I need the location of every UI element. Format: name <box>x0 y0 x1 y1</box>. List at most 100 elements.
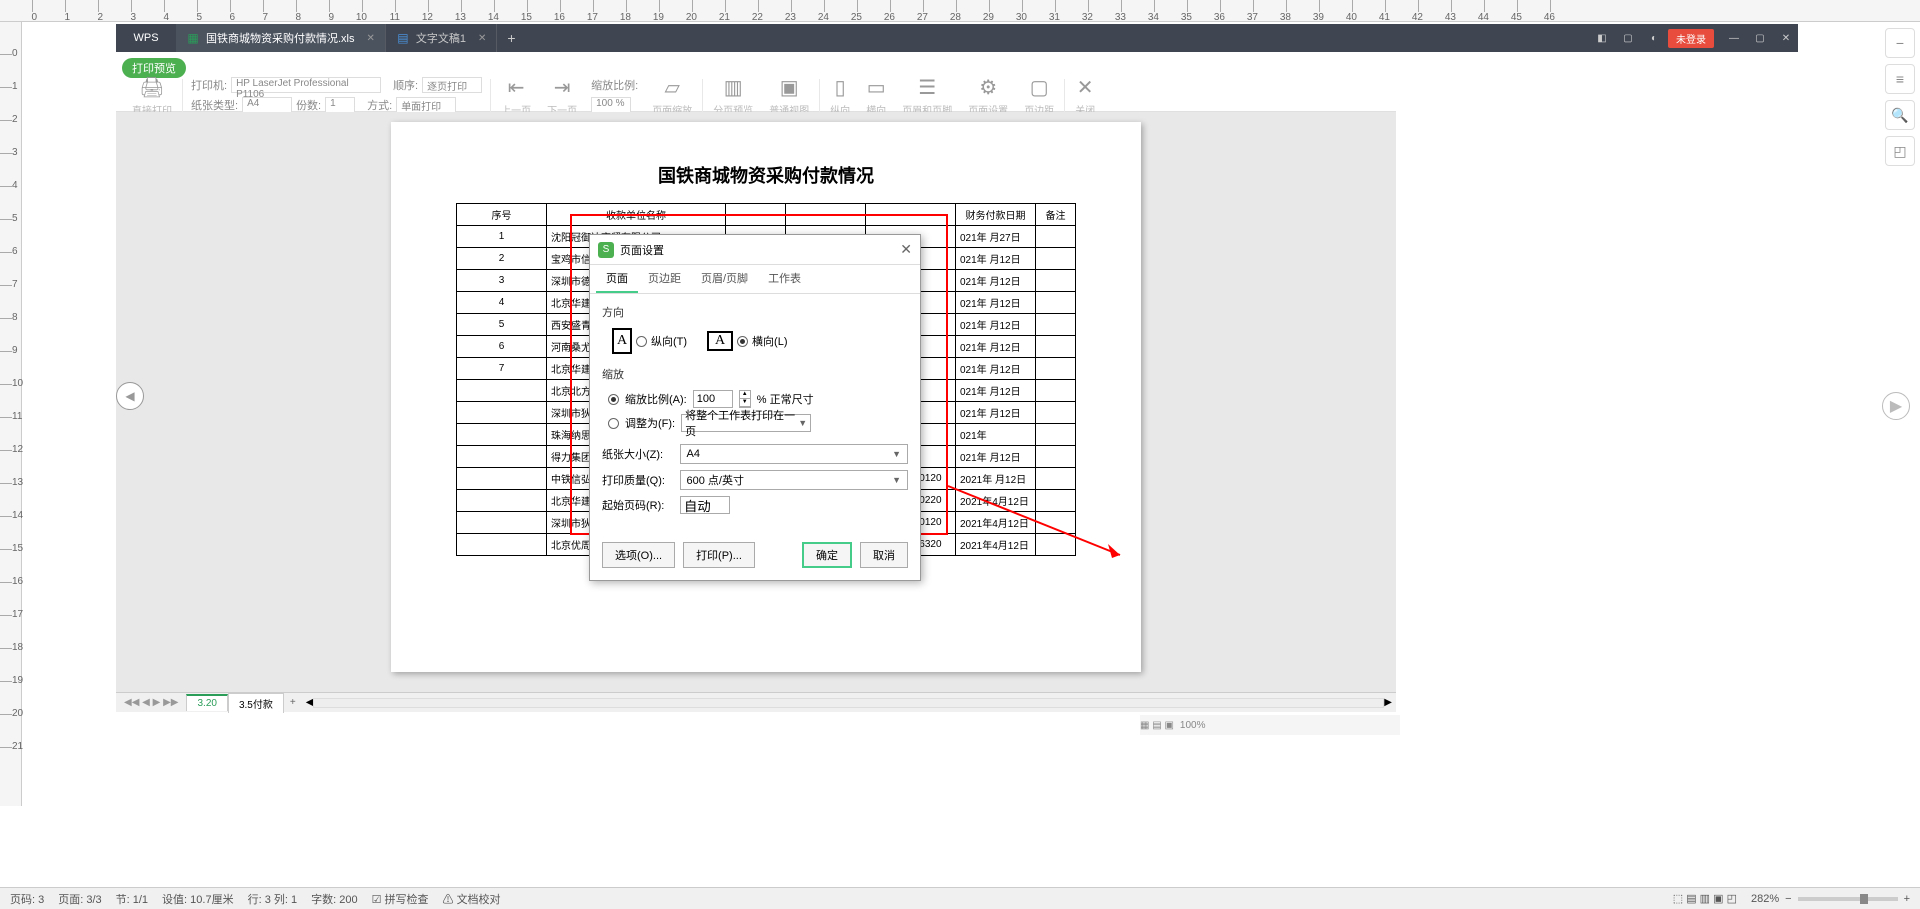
scale-value[interactable]: 100 % <box>591 97 631 113</box>
maximize-btn[interactable]: ▢ <box>1748 26 1772 50</box>
status-spell[interactable]: ☑ 拼写检查 <box>372 891 429 907</box>
hscroll-track[interactable] <box>313 698 1384 708</box>
order-label: 顺序: <box>393 77 418 93</box>
start-page-input[interactable] <box>680 496 730 514</box>
start-page-label: 起始页码(R): <box>602 497 672 513</box>
crop-button[interactable]: ◰ <box>1885 136 1915 166</box>
zoom-out[interactable]: − <box>1785 893 1791 905</box>
zoom-slider[interactable] <box>1798 897 1898 901</box>
tab-add[interactable]: + <box>497 24 525 52</box>
sheet-add[interactable]: + <box>284 695 302 710</box>
landscape-option[interactable]: A 横向(L) <box>707 331 787 351</box>
sheet-nav[interactable]: ◀◀ ◀ ▶ ▶▶ <box>116 697 186 708</box>
landscape-button[interactable]: ▭横向 <box>858 75 894 117</box>
landscape-icon: A <box>707 331 733 351</box>
prev-page-handle[interactable]: ◀ <box>116 382 144 410</box>
apps-btn[interactable]: ▢ <box>1616 26 1640 50</box>
tab-close[interactable]: ✕ <box>478 33 486 44</box>
tab-page[interactable]: 页面 <box>596 265 638 293</box>
print-quality-select[interactable]: 600 点/英寸▼ <box>680 470 908 490</box>
close-btn[interactable]: ✕ <box>1774 26 1798 50</box>
dialog-cancel-button[interactable]: 取消 <box>860 542 908 568</box>
zoom-out-button[interactable]: − <box>1885 28 1915 58</box>
normal-view-button[interactable]: ▣普通视图 <box>761 75 817 117</box>
tab-document[interactable]: ▤ 文字文稿1 ✕ <box>386 24 498 52</box>
status-chars: 字数: 200 <box>311 891 357 907</box>
scale-ratio-label: 缩放比例(A): <box>625 391 687 407</box>
prev-icon: ⇤ <box>508 75 525 100</box>
prev-page-button[interactable]: ⇤上一页 <box>493 75 539 117</box>
image-handle[interactable]: ▶ <box>1882 392 1910 420</box>
sheet-tab[interactable]: 3.5付款 <box>228 693 284 713</box>
portrait-option[interactable]: A 纵向(T) <box>612 328 687 354</box>
normal-icon: ▣ <box>780 75 799 100</box>
tab-bar: WPS ▦ 国铁商城物资采购付款情况.xls ✕ ▤ 文字文稿1 ✕ + ◧ ▢… <box>116 24 1798 52</box>
portrait-radio[interactable] <box>636 336 647 347</box>
zoom-in-button[interactable]: 🔍 <box>1885 100 1915 130</box>
next-icon: ⇥ <box>554 75 571 100</box>
dialog-close-button[interactable]: ✕ <box>900 241 912 258</box>
dialog-options-button[interactable]: 选项(O)... <box>602 542 675 568</box>
header-footer-button[interactable]: ☰页眉和页脚 <box>894 75 960 117</box>
mode-label: 方式: <box>367 97 392 113</box>
direct-print-button[interactable]: 🖨 直接打印 <box>124 75 180 117</box>
tab-header-footer[interactable]: 页眉/页脚 <box>691 265 758 293</box>
fit-radio[interactable] <box>608 418 619 429</box>
scale-label: 缩放比例: <box>591 77 638 93</box>
margins-button[interactable]: ▢页边距 <box>1016 75 1062 117</box>
minimize-btn[interactable]: — <box>1722 26 1746 50</box>
wps-dialog-icon: S <box>598 242 614 258</box>
notification-btn[interactable]: ◧ <box>1590 26 1614 50</box>
login-button[interactable]: 未登录 <box>1668 29 1714 48</box>
printer-icon: 🖨 <box>139 75 164 100</box>
page-scale-button[interactable]: ▱页面缩放 <box>644 75 700 117</box>
paper-select[interactable]: A4 <box>242 97 292 113</box>
side-toolbar: − ≡ 🔍 ◰ <box>1880 24 1920 166</box>
status-docauth[interactable]: ⚠ 文档校对 <box>443 891 501 907</box>
dialog-print-button[interactable]: 打印(P)... <box>683 542 755 568</box>
margins-icon: ▢ <box>1030 75 1049 100</box>
view-mode-icons[interactable]: ▦ ▤ ▣ <box>1140 720 1174 731</box>
col-seq: 序号 <box>457 204 547 226</box>
panel-button[interactable]: ≡ <box>1885 64 1915 94</box>
close-preview-button[interactable]: ✕关闭 <box>1067 75 1103 117</box>
next-page-button[interactable]: ⇥下一页 <box>539 75 585 117</box>
sheet-tab-active[interactable]: 3.20 <box>186 694 227 711</box>
dialog-titlebar[interactable]: S 页面设置 ✕ <box>590 235 920 265</box>
dialog-ok-button[interactable]: 确定 <box>802 542 852 568</box>
scale-group-label: 缩放 <box>602 366 908 382</box>
zoom-value: 282% <box>1751 893 1779 905</box>
hscroll-right[interactable]: ▶ <box>1384 697 1392 708</box>
tab-sheet[interactable]: 工作表 <box>758 265 811 293</box>
paper-size-select[interactable]: A4▼ <box>680 444 908 464</box>
col-h3 <box>726 204 786 226</box>
pagebreak-icon: ▥ <box>724 75 743 100</box>
page-break-button[interactable]: ▥分页预览 <box>705 75 761 117</box>
order-select[interactable]: 逐页打印 <box>422 77 482 93</box>
page-setup-button[interactable]: ⚙页面设置 <box>960 75 1016 117</box>
scale-ratio-radio[interactable] <box>608 394 619 405</box>
tab-spreadsheet[interactable]: ▦ 国铁商城物资采购付款情况.xls ✕ <box>176 24 386 52</box>
wps-logo: WPS <box>116 24 176 52</box>
view-switcher[interactable]: ⬚ ▤ ▥ ▣ ◰ <box>1673 892 1737 905</box>
fit-select[interactable]: 将整个工作表打印在一页▼ <box>681 414 811 432</box>
zoom-in[interactable]: + <box>1904 893 1910 905</box>
ruler-horizontal: document.write(Array.from({length:47},(_… <box>0 0 1920 22</box>
portrait-button[interactable]: ▯纵向 <box>822 75 858 117</box>
scale-spinner[interactable]: ▲▼ <box>739 390 751 408</box>
printer-select[interactable]: HP LaserJet Professional P1106 <box>231 77 381 93</box>
close-icon: ✕ <box>1077 75 1094 100</box>
mini-zoom: 100% <box>1180 720 1206 731</box>
copies-label: 份数: <box>296 97 321 113</box>
theme-btn[interactable]: ◐ <box>1642 26 1666 50</box>
tab-close[interactable]: ✕ <box>367 33 375 44</box>
copies-spin[interactable]: 1 <box>325 97 355 113</box>
landscape-radio[interactable] <box>737 336 748 347</box>
tab-margins[interactable]: 页边距 <box>638 265 691 293</box>
tab-label: 国铁商城物资采购付款情况.xls <box>206 30 355 46</box>
scale-ratio-input[interactable] <box>693 390 733 408</box>
mode-select[interactable]: 单面打印 <box>396 97 456 113</box>
status-bar: 页码: 3 页面: 3/3 节: 1/1 设值: 10.7厘米 行: 3 列: … <box>0 887 1920 909</box>
status-rowcol: 行: 3 列: 1 <box>248 891 298 907</box>
hscroll-left[interactable]: ◀ <box>306 697 314 708</box>
